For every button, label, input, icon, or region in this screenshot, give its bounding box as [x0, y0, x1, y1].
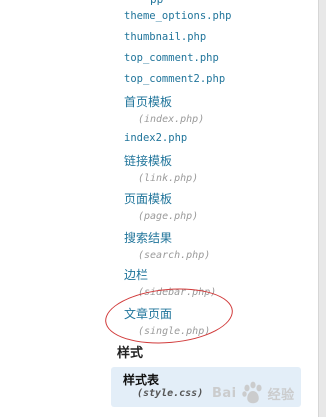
- template-file-php: (link.php): [138, 173, 199, 184]
- template-file-item[interactable]: 页面模板 (page.php): [124, 190, 198, 222]
- baidu-watermark: Bai 经验: [212, 378, 295, 408]
- paw-logo-icon: [241, 381, 262, 404]
- stylesheet-filename: (style.css): [137, 388, 204, 399]
- vertical-scrollbar[interactable]: [318, 0, 326, 417]
- styles-section-title: 样式: [117, 346, 144, 361]
- watermark-text-right: 经验: [267, 387, 295, 403]
- template-file-link[interactable]: theme_options.php: [124, 10, 231, 22]
- template-file-item[interactable]: thumbnail.php: [124, 31, 206, 43]
- template-file-item[interactable]: 链接模板 (link.php): [124, 152, 198, 184]
- template-file-php: (search.php): [138, 250, 211, 261]
- template-file-item[interactable]: 首页模板 (index.php): [124, 93, 204, 125]
- template-file-php: (index.php): [138, 114, 205, 125]
- template-file-link[interactable]: 链接模板: [124, 152, 198, 169]
- template-file-item[interactable]: index2.php: [124, 132, 187, 144]
- template-file-link[interactable]: 搜索结果: [124, 229, 210, 246]
- template-file-link[interactable]: 边栏: [124, 266, 216, 283]
- template-file-item[interactable]: top_comment.php: [124, 52, 219, 64]
- template-file-link[interactable]: thumbnail.php: [124, 31, 206, 43]
- highlight-ellipse-annotation: [102, 283, 236, 349]
- template-file-item[interactable]: top_comment2.php: [124, 73, 225, 85]
- theme-files-panel: pp theme_options.php thumbnail.php top_com…: [0, 0, 311, 417]
- template-file-link[interactable]: top_comment2.php: [124, 73, 225, 85]
- template-file-link[interactable]: top_comment.php: [124, 52, 219, 64]
- stylesheet-label[interactable]: 样式表: [123, 371, 159, 388]
- template-file-item[interactable]: theme_options.php: [124, 10, 231, 22]
- template-file-link[interactable]: 首页模板: [124, 93, 204, 110]
- template-file-item[interactable]: 搜索结果 (search.php): [124, 229, 210, 261]
- template-file-php: (page.php): [138, 211, 199, 222]
- template-file-link[interactable]: index2.php: [124, 132, 187, 144]
- template-file-link[interactable]: 页面模板: [124, 190, 198, 207]
- clipped-file-link[interactable]: pp: [150, 0, 163, 5]
- watermark-text-left: Bai: [212, 385, 237, 401]
